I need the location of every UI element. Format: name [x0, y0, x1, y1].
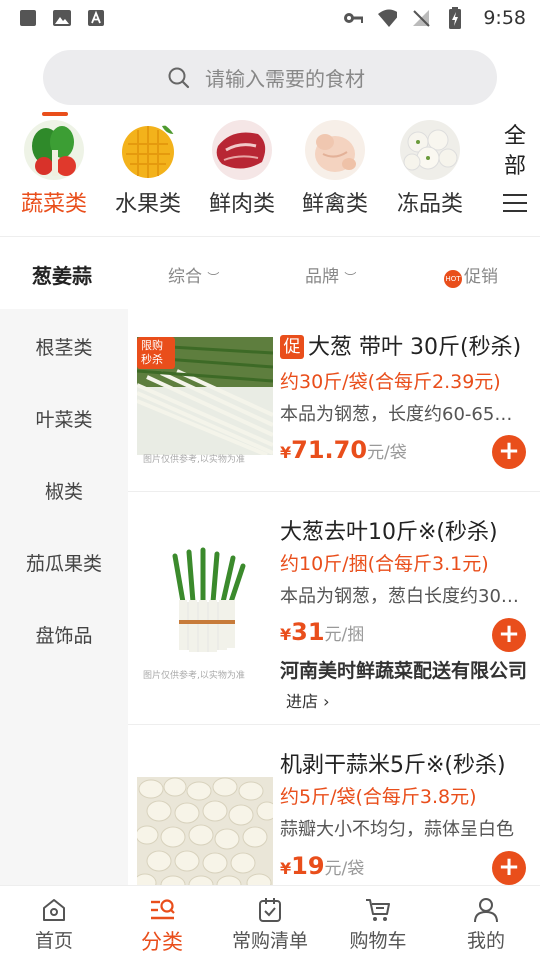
battery-charging-icon [445, 7, 465, 29]
product-price: ¥31元/捆 [280, 618, 365, 646]
promo-label: 促销 [464, 267, 498, 287]
cart-icon [364, 896, 392, 924]
category-vegetables[interactable]: 蔬菜类 [9, 118, 99, 218]
bottom-tab-bar: 首页 分类 常购清单 购物车 我的 [0, 885, 540, 960]
product-image-scallion [137, 542, 273, 660]
sidebar-item-garnish[interactable]: 盘饰品 [0, 621, 128, 648]
all-categories-label-2: 部 [503, 154, 526, 179]
status-bar: 9:58 [0, 0, 540, 36]
all-categories-button[interactable]: 全 部 [498, 122, 532, 232]
category-frozen[interactable]: 冻品类 [385, 118, 475, 218]
home-icon [40, 896, 68, 924]
sidebar-item-gourds[interactable]: 茄瓜果类 [0, 549, 128, 576]
notification-square-icon [18, 8, 38, 28]
category-label: 蔬菜类 [20, 192, 87, 217]
product-desc: 本品为钢葱，葱白长度约30厘米 [280, 586, 526, 607]
shop-link[interactable]: 河南美时鲜蔬菜配送有限公司进店 › [280, 656, 530, 717]
gallery-icon [52, 8, 72, 28]
tab-label: 首页 [34, 930, 73, 952]
category-row: 蔬菜类 水果类 鲜肉类 鲜禽类 冻品类 [0, 118, 540, 230]
divider [0, 236, 540, 237]
product-spec: 约5斤/袋(合每斤3.8元) [280, 786, 477, 808]
tab-label: 购物车 [349, 930, 407, 952]
brand-label: 品牌 [305, 267, 339, 287]
chevron-down-icon: ︶ [344, 271, 357, 285]
promo-filter[interactable]: HOT 促销 [444, 262, 498, 288]
product-spec: 约10斤/捆(合每斤3.1元) [280, 553, 489, 575]
tab-frequent-list[interactable]: 常购清单 [216, 896, 324, 953]
search-bar[interactable]: 请输入需要的食材 [43, 50, 497, 105]
product-card[interactable]: 机剥干蒜米5斤※(秒杀) 约5斤/袋(合每斤3.8元) 蒜瓣大小不均匀，蒜体呈白… [128, 725, 540, 885]
promo-badge: 促 [280, 335, 304, 359]
app-root: 9:58 请输入需要的食材 蔬菜类 水果类 鲜肉类 鲜禽类 冻品类 全 部 葱姜… [0, 0, 540, 960]
brand-dropdown[interactable]: 品牌 ︶ [305, 262, 356, 287]
search-placeholder: 请输入需要的食材 [205, 67, 365, 91]
status-time: 9:58 [483, 7, 526, 29]
vegetables-image [24, 120, 84, 180]
chicken-image [305, 120, 365, 180]
category-active-indicator [42, 112, 68, 116]
all-categories-label-1: 全 [503, 124, 526, 149]
tab-label: 我的 [466, 930, 505, 952]
subcategory-title: 葱姜蒜 [32, 264, 92, 288]
search-icon [167, 66, 191, 90]
dumplings-image [400, 120, 460, 180]
category-label: 冻品类 [396, 192, 463, 217]
menu-icon [503, 194, 527, 212]
tab-category[interactable]: 分类 [108, 896, 216, 956]
product-title: 大葱去叶10斤※(秒杀) [280, 520, 498, 545]
font-app-icon [86, 8, 106, 28]
tab-label: 分类 [141, 930, 183, 954]
add-to-cart-button[interactable]: + [492, 435, 526, 469]
meat-image [212, 120, 272, 180]
image-disclaimer: 图片仅供参考,以实物为准 [143, 455, 245, 465]
tab-profile[interactable]: 我的 [432, 896, 540, 953]
key-icon [343, 8, 364, 28]
shop-name: 河南美时鲜蔬菜配送有限公司 [280, 660, 528, 682]
category-label: 水果类 [114, 192, 181, 217]
product-price: ¥19元/袋 [280, 852, 365, 880]
category-fruits[interactable]: 水果类 [103, 118, 193, 218]
product-card[interactable]: 限购 秒杀 图片仅供参考,以实物为准 促大葱 带叶 30斤(秒杀) 约30斤/袋… [128, 309, 540, 491]
tab-home[interactable]: 首页 [0, 896, 108, 953]
no-signal-icon [411, 8, 431, 28]
category-meat[interactable]: 鲜肉类 [197, 118, 287, 218]
sort-label: 综合 [168, 267, 202, 287]
product-spec: 约30斤/袋(合每斤2.39元) [280, 371, 501, 393]
product-card[interactable]: 图片仅供参考,以实物为准 大葱去叶10斤※(秒杀) 约10斤/捆(合每斤3.1元… [128, 492, 540, 724]
product-title: 促大葱 带叶 30斤(秒杀) [280, 329, 521, 361]
tab-label: 常购清单 [231, 930, 308, 952]
mango-image [118, 120, 178, 180]
product-list: 限购 秒杀 图片仅供参考,以实物为准 促大葱 带叶 30斤(秒杀) 约30斤/袋… [128, 309, 540, 885]
filter-bar: 葱姜蒜 综合 ︶ 品牌 ︶ HOT 促销 [0, 238, 540, 308]
subcategory-sidebar: 根茎类 叶菜类 椒类 茄瓜果类 盘饰品 [0, 309, 128, 885]
hot-flame-icon: HOT [444, 270, 462, 288]
flash-sale-tag-line2: 秒杀 [141, 353, 163, 366]
category-poultry[interactable]: 鲜禽类 [290, 118, 380, 218]
category-icon [148, 896, 176, 924]
enter-shop-link[interactable]: 进店 › [286, 692, 330, 711]
product-image-garlic [137, 777, 273, 885]
sidebar-item-peppers[interactable]: 椒类 [0, 477, 128, 504]
add-to-cart-button[interactable]: + [492, 851, 526, 885]
image-disclaimer: 图片仅供参考,以实物为准 [143, 671, 245, 681]
product-desc: 蒜瓣大小不均匀，蒜体呈白色 [280, 819, 514, 840]
sidebar-item-leafy[interactable]: 叶菜类 [0, 405, 128, 432]
flash-sale-tag-line1: 限购 [141, 339, 163, 352]
sidebar-item-root-veg[interactable]: 根茎类 [0, 333, 128, 360]
wifi-icon [377, 8, 398, 28]
checklist-icon [256, 896, 284, 924]
category-label: 鲜肉类 [208, 192, 275, 217]
product-price: ¥71.70元/袋 [280, 436, 407, 464]
sort-dropdown[interactable]: 综合 ︶ [168, 262, 219, 287]
add-to-cart-button[interactable]: + [492, 618, 526, 652]
product-title: 机剥干蒜米5斤※(秒杀) [280, 753, 506, 778]
chevron-down-icon: ︶ [207, 271, 220, 285]
tab-cart[interactable]: 购物车 [324, 896, 432, 953]
product-desc: 本品为钢葱，长度约60-65厘米 [280, 404, 526, 425]
product-image-scallion-bundle: 限购 秒杀 [137, 337, 273, 455]
user-icon [472, 896, 500, 924]
category-label: 鲜禽类 [301, 192, 368, 217]
